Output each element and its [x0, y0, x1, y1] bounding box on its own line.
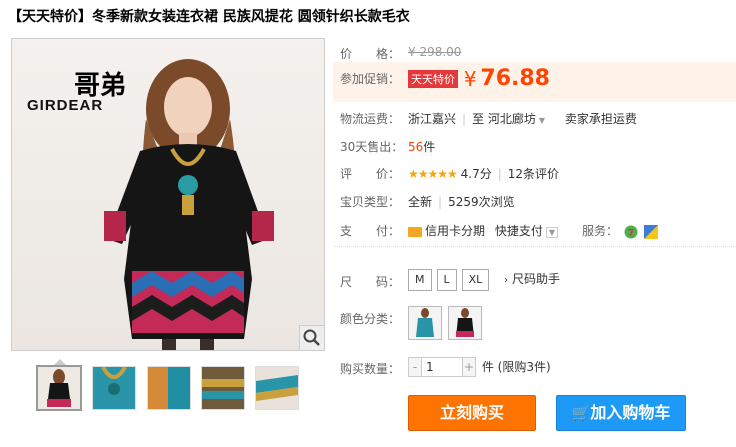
item-condition: 全新	[408, 195, 433, 209]
add-to-cart-button[interactable]: 🛒加入购物车	[556, 395, 686, 431]
buy-now-button[interactable]: 立刻购买	[408, 395, 536, 431]
brand-logo-text: GIRDEAR	[27, 97, 104, 114]
size-option-l[interactable]: L	[436, 269, 457, 291]
review-count-link[interactable]: 12条评价	[508, 167, 559, 181]
shipping-row: 物流运费： 浙江嘉兴 | 至 河北廊坊 ▼ 卖家承担运费	[340, 112, 637, 126]
currency-symbol: ¥	[463, 66, 477, 91]
item-type-row: 宝贝类型： 全新 | 5259次浏览	[340, 195, 515, 209]
promo-row: 参加促销： 天天特价 ¥ 76.88	[340, 66, 550, 91]
color-option-teal[interactable]	[408, 306, 442, 340]
section-divider	[333, 246, 736, 248]
seven-day-return-icon[interactable]: 7	[624, 225, 638, 239]
payment-row: 支 付： 信用卡分期 快捷支付 ▼ 服务： 7	[340, 222, 659, 239]
model-figure	[104, 59, 274, 350]
chevron-down-icon[interactable]: ▼	[539, 116, 545, 125]
original-price: ¥ 298.00	[408, 45, 462, 59]
ship-from: 浙江嘉兴	[408, 112, 457, 126]
ship-to[interactable]: 至 河北廊坊	[472, 112, 536, 126]
quantity-decrement-button[interactable]: -	[409, 358, 422, 376]
svg-text:7: 7	[628, 228, 635, 239]
quantity-row: 购买数量： -1 + 件 (限购3件)	[340, 357, 551, 377]
size-row: 尺 码： M L XL › 尺码助手	[340, 269, 560, 291]
rating-label: 评 价：	[340, 167, 401, 181]
size-label: 尺 码：	[340, 275, 401, 289]
chevron-right-icon: ›	[504, 275, 509, 286]
quantity-stepper: -1 +	[408, 357, 476, 377]
promo-label: 参加促销：	[340, 72, 401, 86]
service-label: 服务：	[582, 224, 619, 238]
price-row: 价 格： ¥ 298.00	[340, 45, 461, 62]
product-title: 【天天特价】冬季新款女装连衣裙 民族风提花 圆领针织长款毛衣	[8, 9, 410, 25]
promo-price: 76.88	[480, 66, 550, 91]
size-helper-link[interactable]: › 尺码助手	[504, 272, 560, 286]
shipping-label: 物流运费：	[340, 112, 401, 126]
sales-label: 30天售出：	[340, 140, 404, 154]
main-product-image[interactable]: 哥弟 GIRDEAR	[11, 38, 325, 351]
quantity-increment-button[interactable]: +	[462, 358, 475, 376]
thumbnail-1[interactable]	[36, 365, 82, 411]
sales-row: 30天售出： 56件	[340, 138, 435, 155]
cart-icon: 🛒	[571, 404, 591, 422]
quantity-limit: 件 (限购3件)	[481, 359, 551, 374]
thumbnail-5[interactable]	[255, 366, 299, 410]
rating-row: 评 价： ★★★★★ 4.7分 | 12条评价	[340, 167, 560, 181]
color-row: 颜色分类：	[340, 306, 482, 340]
view-count: 5259次浏览	[448, 195, 515, 209]
color-label: 颜色分类：	[340, 312, 401, 326]
size-option-m[interactable]: M	[408, 269, 432, 291]
size-option-xl[interactable]: XL	[461, 269, 490, 291]
rating-score: 4.7分	[460, 167, 492, 181]
thumbnail-3[interactable]	[147, 366, 191, 410]
installment-option[interactable]: 信用卡分期	[425, 224, 485, 238]
magnifier-icon	[303, 329, 320, 346]
sales-count: 56	[408, 140, 424, 154]
thumbnail-2[interactable]	[92, 366, 136, 410]
promo-badge: 天天特价	[408, 69, 458, 88]
payment-label: 支 付：	[340, 224, 401, 238]
zoom-button[interactable]	[299, 325, 324, 350]
rating-stars: ★★★★★	[408, 167, 458, 181]
shipping-fee: 卖家承担运费	[564, 112, 637, 126]
quantity-label: 购买数量：	[340, 362, 401, 376]
credit-card-icon	[408, 226, 422, 237]
sales-unit: 件	[423, 140, 436, 154]
quick-pay-option[interactable]: 快捷支付	[495, 224, 543, 238]
item-type-label: 宝贝类型：	[340, 195, 401, 209]
chevron-down-icon[interactable]: ▼	[545, 227, 559, 238]
guarantee-icon[interactable]	[644, 224, 659, 239]
color-option-black[interactable]	[448, 306, 482, 340]
price-label: 价 格：	[340, 47, 401, 61]
quantity-input[interactable]: 1	[422, 358, 462, 376]
thumbnail-4[interactable]	[201, 366, 245, 410]
